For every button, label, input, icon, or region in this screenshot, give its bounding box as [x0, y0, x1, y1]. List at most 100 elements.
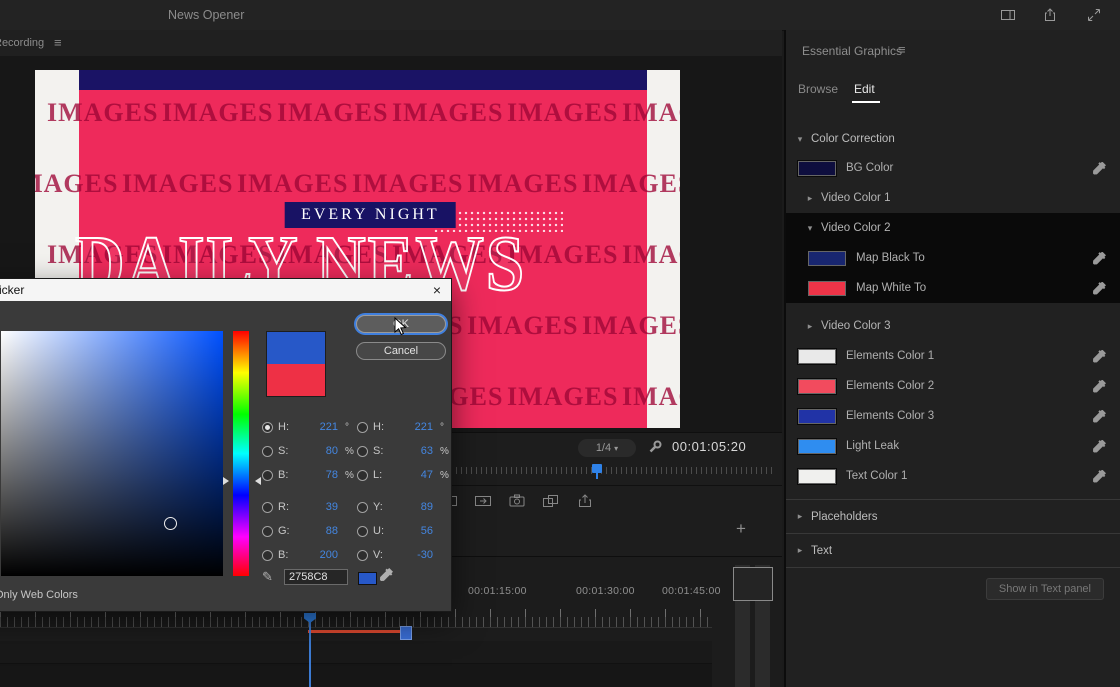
tile-word: IMAGES	[622, 382, 680, 412]
group-video-color-3[interactable]: ▸ Video Color 3	[786, 311, 1120, 341]
field-value[interactable]: 88	[298, 525, 338, 537]
workspace-icon[interactable]	[1000, 7, 1016, 23]
radio-u[interactable]	[357, 526, 368, 537]
field-value[interactable]: 63	[393, 445, 433, 457]
radio-h2[interactable]	[357, 422, 368, 433]
hex-input[interactable]	[284, 569, 348, 585]
color-swatch[interactable]	[798, 439, 836, 454]
row-light-leak[interactable]: Light Leak	[786, 431, 1120, 461]
color-swatch[interactable]	[798, 349, 836, 364]
radio-l[interactable]	[357, 470, 368, 481]
share-icon[interactable]	[1042, 7, 1058, 23]
tile-word: IMAGES	[392, 98, 507, 128]
radio-g[interactable]	[262, 526, 273, 537]
extract-icon[interactable]	[474, 493, 492, 511]
timeline-clip-marker[interactable]	[400, 626, 412, 640]
color-swatch[interactable]	[798, 379, 836, 394]
row-map-white-to[interactable]: Map White To	[786, 273, 1120, 303]
section-color-correction[interactable]: ▾ Color Correction	[786, 125, 1120, 153]
pencil-icon: ✎	[262, 569, 273, 585]
eg-panel-menu-icon[interactable]: ≡	[898, 42, 906, 57]
export-frame-icon[interactable]	[508, 493, 526, 511]
eyedropper-icon[interactable]	[1093, 470, 1106, 483]
chevron-right-icon: ▸	[796, 545, 804, 556]
close-icon[interactable]: ×	[433, 279, 441, 301]
playhead-line[interactable]	[309, 614, 311, 687]
panel-menu-icon[interactable]: ≡	[54, 30, 62, 56]
tile-word: IMAGES	[467, 311, 582, 341]
field-value[interactable]: 200	[298, 549, 338, 561]
radio-s2[interactable]	[357, 446, 368, 457]
field-value[interactable]: 89	[393, 501, 433, 513]
fullscreen-icon[interactable]	[1086, 7, 1102, 23]
row-elements-color-3[interactable]: Elements Color 3	[786, 401, 1120, 431]
field-value[interactable]: 221	[393, 421, 433, 433]
group-video-color-1[interactable]: ▸ Video Color 1	[786, 183, 1120, 213]
color-swatch[interactable]	[798, 161, 836, 176]
radio-b[interactable]	[262, 470, 273, 481]
field-value[interactable]: 78	[298, 469, 338, 481]
section-text[interactable]: ▸ Text	[786, 533, 1120, 567]
row-elements-color-1[interactable]: Elements Color 1	[786, 341, 1120, 371]
current-color-swatch	[267, 364, 325, 396]
work-area-bar[interactable]	[308, 630, 400, 633]
row-elements-color-2[interactable]: Elements Color 2	[786, 371, 1120, 401]
group-label: Video Color 1	[821, 192, 890, 204]
radio-v[interactable]	[357, 550, 368, 561]
color-swatch[interactable]	[808, 251, 846, 266]
hue-slider-arrow[interactable]	[223, 477, 233, 485]
zoom-level-select[interactable]: 1/4 ▾	[578, 439, 636, 457]
track-header-box[interactable]	[733, 567, 773, 601]
video-track[interactable]	[0, 641, 712, 664]
audio-track[interactable]	[0, 664, 712, 687]
eyedropper-icon[interactable]	[1093, 380, 1106, 393]
eyedropper-icon[interactable]	[1093, 252, 1106, 265]
tab-edit[interactable]: Edit	[854, 82, 875, 96]
color-field[interactable]	[1, 331, 223, 576]
field-value[interactable]: -30	[393, 549, 433, 561]
settings-wrench-icon[interactable]	[648, 440, 662, 459]
radio-h[interactable]	[262, 422, 273, 433]
section-placeholders[interactable]: ▸ Placeholders	[786, 499, 1120, 533]
export-media-icon[interactable]	[576, 493, 594, 511]
field-value[interactable]: 80	[298, 445, 338, 457]
eyedropper-icon[interactable]	[380, 568, 393, 581]
eyedropper-icon[interactable]	[1093, 410, 1106, 423]
field-value[interactable]: 56	[393, 525, 433, 537]
radio-b2[interactable]	[262, 550, 273, 561]
field-value[interactable]: 47	[393, 469, 433, 481]
field-label: B:	[278, 549, 293, 561]
field-value[interactable]: 39	[298, 501, 338, 513]
program-timecode[interactable]: 00:01:05:20	[672, 439, 746, 454]
hue-slider-arrow[interactable]	[251, 477, 261, 485]
field-unit: °	[343, 422, 358, 433]
row-map-black-to[interactable]: Map Black To	[786, 243, 1120, 273]
field-value[interactable]: 221	[298, 421, 338, 433]
dialog-title-bar[interactable]: Color Picker ×	[0, 279, 451, 301]
rgb-g-row: G: 88	[262, 519, 358, 543]
color-swatch[interactable]	[798, 409, 836, 424]
row-bg-color[interactable]: BG Color	[786, 153, 1120, 183]
panel-tab-recording[interactable]: Recording	[0, 30, 44, 56]
color-field-cursor[interactable]	[164, 517, 177, 530]
row-text-color-1[interactable]: Text Color 1	[786, 461, 1120, 491]
tab-browse[interactable]: Browse	[798, 82, 838, 96]
cancel-button[interactable]: Cancel	[356, 342, 446, 360]
eyedropper-icon[interactable]	[1093, 162, 1106, 175]
comparison-view-icon[interactable]	[542, 493, 560, 511]
eyedropper-icon[interactable]	[1093, 282, 1106, 295]
show-in-text-panel-button[interactable]: Show in Text panel	[986, 578, 1104, 600]
add-button[interactable]: +	[736, 519, 746, 539]
eyedropper-icon[interactable]	[1093, 440, 1106, 453]
eyedropper-icon[interactable]	[1093, 350, 1106, 363]
color-swatch[interactable]	[808, 281, 846, 296]
group-video-color-2[interactable]: ▾ Video Color 2	[786, 213, 1120, 243]
scrubber-playhead[interactable]	[592, 464, 602, 473]
timeline-right-rail	[733, 565, 775, 687]
color-swatch[interactable]	[798, 469, 836, 484]
hue-slider[interactable]	[233, 331, 249, 576]
radio-r[interactable]	[262, 502, 273, 513]
radio-y[interactable]	[357, 502, 368, 513]
radio-s[interactable]	[262, 446, 273, 457]
section-label: Placeholders	[811, 511, 877, 523]
